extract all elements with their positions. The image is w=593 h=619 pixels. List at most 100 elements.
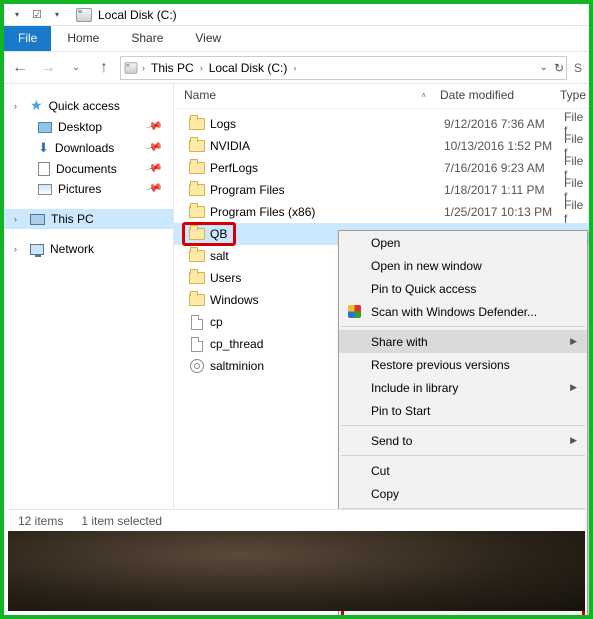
sidebar-quick-access[interactable]: › ★ Quick access <box>4 94 173 117</box>
sidebar-label: Quick access <box>49 99 120 113</box>
crumb-local-disk[interactable]: Local Disk (C:) <box>206 61 291 75</box>
ctx-label: Open <box>371 236 400 250</box>
desktop-wallpaper <box>8 531 585 611</box>
file-icon <box>191 315 203 330</box>
search-box-edge[interactable]: S <box>571 61 585 75</box>
pin-icon: 📌 <box>145 116 169 137</box>
ctx-label: Cut <box>371 464 390 478</box>
file-date: 1/18/2017 1:11 PM <box>444 183 564 197</box>
column-headers: Name ˄ Date modified Type <box>174 84 589 109</box>
ctx-cut[interactable]: Cut <box>339 459 587 482</box>
file-date: 7/16/2016 9:23 AM <box>444 161 564 175</box>
sidebar-documents[interactable]: Documents 📌 <box>4 159 173 179</box>
tab-view[interactable]: View <box>179 26 237 51</box>
ctx-label: Restore previous versions <box>371 358 510 372</box>
ctx-label: Pin to Start <box>371 404 430 418</box>
chevron-right-icon: ▶ <box>570 382 577 393</box>
crumb-this-pc[interactable]: This PC <box>148 61 197 75</box>
ctx-defender[interactable]: Scan with Windows Defender... <box>339 300 587 323</box>
ctx-pin-start[interactable]: Pin to Start <box>339 399 587 422</box>
chevron-down-icon: ▾ <box>15 10 19 19</box>
folder-icon <box>189 140 205 152</box>
ctx-open[interactable]: Open <box>339 231 587 254</box>
address-bar[interactable]: › This PC › Local Disk (C:) › ⌄ ↻ <box>120 56 567 80</box>
chevron-right-icon: › <box>292 63 297 73</box>
file-date: 1/25/2017 10:13 PM <box>444 205 564 219</box>
sort-asc-icon: ˄ <box>421 91 440 100</box>
chevron-right-icon: ▶ <box>570 336 577 347</box>
col-type[interactable]: Type <box>560 88 589 102</box>
ctx-restore-versions[interactable]: Restore previous versions <box>339 353 587 376</box>
pictures-icon <box>38 184 52 195</box>
ctx-send-to[interactable]: Send to▶ <box>339 429 587 452</box>
col-date[interactable]: Date modified <box>440 88 560 102</box>
file-name: NVIDIA <box>206 139 444 153</box>
recent-locations[interactable]: ⌄ <box>64 56 88 80</box>
qat-properties[interactable]: ☑ <box>28 6 46 24</box>
status-selection: 1 item selected <box>81 514 162 528</box>
qat-dropdown-2[interactable]: ▾ <box>48 6 66 24</box>
navigation-pane: › ★ Quick access Desktop 📌 ⬇ Downloads 📌… <box>4 84 174 511</box>
window-title: Local Disk (C:) <box>92 8 177 22</box>
separator <box>341 455 585 456</box>
star-icon: ★ <box>30 97 43 114</box>
ctx-label: Pin to Quick access <box>371 282 476 296</box>
file-type: File f <box>564 198 589 226</box>
status-bar: 12 items 1 item selected <box>8 509 585 531</box>
sidebar-network[interactable]: › Network <box>4 239 173 259</box>
tab-share[interactable]: Share <box>115 26 179 51</box>
ctx-share-with[interactable]: Share with▶ <box>339 330 587 353</box>
checkbox-icon: ☑ <box>32 8 42 21</box>
col-label: Name <box>184 88 216 102</box>
ctx-include-library[interactable]: Include in library▶ <box>339 376 587 399</box>
sidebar-label: Desktop <box>58 120 102 134</box>
chevron-right-icon: › <box>141 63 146 73</box>
sidebar-pictures[interactable]: Pictures 📌 <box>4 179 173 199</box>
refresh-icon[interactable]: ↻ <box>554 61 564 75</box>
sidebar-downloads[interactable]: ⬇ Downloads 📌 <box>4 137 173 159</box>
quick-access-toolbar: ▾ ☑ ▾ <box>4 6 70 24</box>
chevron-right-icon: › <box>14 101 24 111</box>
document-icon <box>38 162 50 176</box>
pc-icon <box>30 214 45 225</box>
ctx-label: Copy <box>371 487 399 501</box>
ribbon-tabs: File Home Share View <box>4 26 589 52</box>
pin-icon: 📌 <box>145 178 169 199</box>
separator <box>341 425 585 426</box>
tab-home[interactable]: Home <box>51 26 115 51</box>
address-tail: ⌄ ↻ <box>540 61 564 75</box>
ctx-copy[interactable]: Copy <box>339 482 587 505</box>
chevron-right-icon: › <box>14 244 24 254</box>
chevron-right-icon: › <box>199 63 204 73</box>
sidebar-desktop[interactable]: Desktop 📌 <box>4 117 173 137</box>
file-row[interactable]: Logs9/12/2016 7:36 AMFile f <box>174 113 589 135</box>
shield-icon <box>345 305 363 318</box>
sidebar-label: Documents <box>56 162 117 176</box>
pin-icon: 📌 <box>145 137 169 158</box>
ctx-open-new-window[interactable]: Open in new window <box>339 254 587 277</box>
back-button[interactable]: ← <box>8 56 32 80</box>
sidebar-this-pc[interactable]: › This PC <box>4 209 173 229</box>
up-button[interactable]: ↑ <box>92 56 116 80</box>
qat-dropdown-1[interactable]: ▾ <box>8 6 26 24</box>
file-row[interactable]: PerfLogs7/16/2016 9:23 AMFile f <box>174 157 589 179</box>
file-row[interactable]: Program Files (x86)1/25/2017 10:13 PMFil… <box>174 201 589 223</box>
folder-icon <box>189 184 205 196</box>
col-name[interactable]: Name ˄ <box>184 88 440 102</box>
status-count: 12 items <box>18 514 63 528</box>
desktop-icon <box>38 122 52 133</box>
file-row[interactable]: NVIDIA10/13/2016 1:52 PMFile f <box>174 135 589 157</box>
folder-icon <box>189 228 205 240</box>
forward-button[interactable]: → <box>36 56 60 80</box>
network-icon <box>30 244 44 255</box>
disk-icon <box>76 8 92 22</box>
chevron-right-icon: ▶ <box>570 435 577 446</box>
ctx-pin-quick[interactable]: Pin to Quick access <box>339 277 587 300</box>
disk-icon <box>125 62 138 73</box>
file-row[interactable]: Program Files1/18/2017 1:11 PMFile f <box>174 179 589 201</box>
tab-file[interactable]: File <box>4 26 51 51</box>
chevron-down-icon[interactable]: ⌄ <box>540 62 548 73</box>
pin-icon: 📌 <box>145 158 169 179</box>
folder-icon <box>189 118 205 130</box>
explorer-window: ▾ ☑ ▾ Local Disk (C:) File Home Share Vi… <box>0 0 593 619</box>
